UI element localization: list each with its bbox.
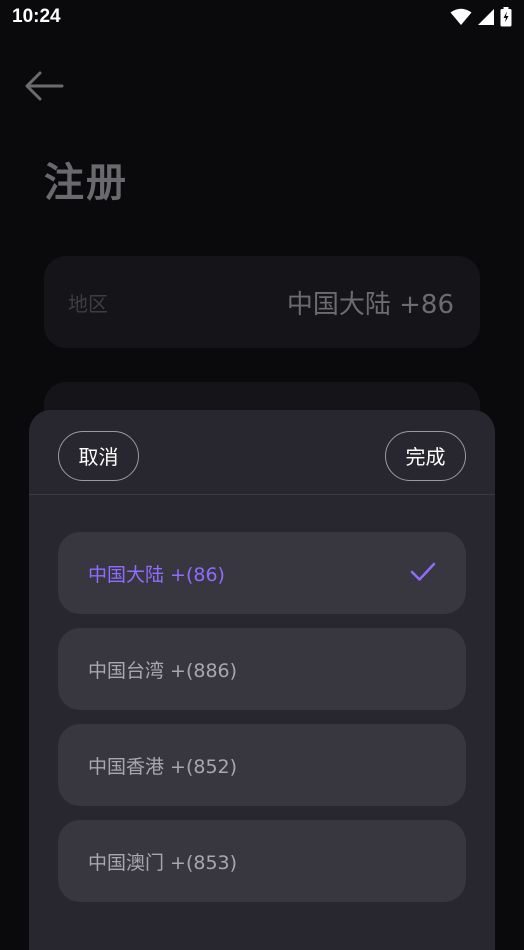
region-option-label: 中国台湾 +(886)	[88, 660, 238, 682]
check-icon	[410, 562, 436, 581]
region-options-list: 中国大陆 +(86) 中国台湾 +(886) 中国香港 +(852) 中国澳门 …	[58, 532, 466, 916]
region-option-label: 中国香港 +(852)	[88, 756, 238, 778]
status-bar: 10:24	[0, 0, 524, 36]
battery-charging-icon	[500, 7, 512, 27]
region-option-taiwan[interactable]: 中国台湾 +(886)	[58, 628, 466, 710]
region-field[interactable]: 地区 中国大陆 +86	[44, 256, 480, 348]
back-button[interactable]	[22, 66, 66, 106]
cancel-button[interactable]: 取消	[58, 431, 139, 481]
wifi-icon	[450, 8, 472, 25]
region-field-label: 地区	[68, 292, 108, 316]
status-time: 10:24	[12, 6, 61, 27]
done-button[interactable]: 完成	[385, 431, 466, 481]
page-title: 注册	[44, 160, 128, 206]
sheet-header: 取消 完成	[29, 410, 495, 495]
signal-icon	[478, 9, 494, 25]
region-option-hongkong[interactable]: 中国香港 +(852)	[58, 724, 466, 806]
arrow-left-icon	[25, 71, 64, 101]
region-option-mainland[interactable]: 中国大陆 +(86)	[58, 532, 466, 614]
status-icons	[450, 7, 512, 27]
region-option-label: 中国澳门 +(853)	[88, 852, 238, 874]
region-picker-sheet: 取消 完成 中国大陆 +(86) 中国台湾 +(886) 中国香港 +(852)…	[29, 410, 495, 950]
region-option-macau[interactable]: 中国澳门 +(853)	[58, 820, 466, 902]
region-option-label: 中国大陆 +(86)	[88, 564, 225, 586]
region-field-value: 中国大陆 +86	[286, 290, 454, 320]
